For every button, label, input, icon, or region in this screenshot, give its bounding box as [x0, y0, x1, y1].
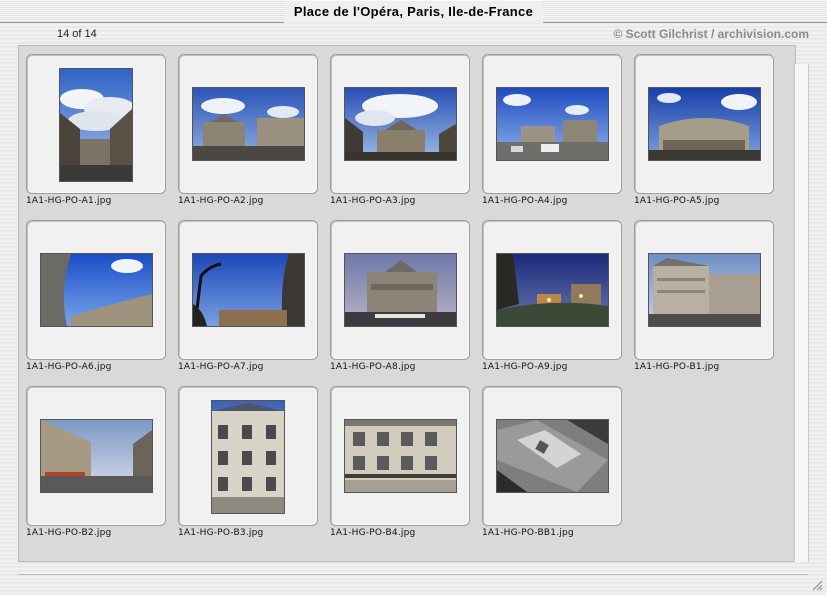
thumbnail-slide[interactable] — [178, 54, 318, 194]
thumbnail-slide[interactable] — [330, 386, 470, 526]
corner-building-photo — [648, 253, 761, 327]
thumbnail-filename: 1A1-HG-PO-A7.jpg — [178, 362, 264, 372]
thumbnail-filename: 1A1-HG-PO-A4.jpg — [482, 196, 568, 206]
square-night-photo — [496, 253, 609, 327]
thumbnail-slide[interactable] — [178, 386, 318, 526]
thumbnail-slide[interactable] — [26, 386, 166, 526]
thumbnail-slide[interactable] — [330, 54, 470, 194]
street-view-photo — [59, 68, 133, 182]
thumbnail-slide[interactable] — [482, 54, 622, 194]
thumbnail-filename: 1A1-HG-PO-A5.jpg — [634, 196, 720, 206]
thumbnail-slide[interactable] — [482, 220, 622, 360]
thumbnail-filename: 1A1-HG-PO-BB1.jpg — [482, 528, 574, 538]
divider — [18, 574, 808, 575]
sky-lamp-photo — [192, 253, 305, 327]
thumbnail-slide[interactable] — [634, 220, 774, 360]
thumbnail-filename: 1A1-HG-PO-B3.jpg — [178, 528, 264, 538]
thumbnail-grid: 1A1-HG-PO-A1.jpg 1A1-HG-PO-A2.jpg 1A1-HG… — [18, 45, 796, 562]
image-counter: 14 of 14 — [57, 28, 97, 40]
window-title-bar[interactable]: Place de l'Opéra, Paris, Ile-de-France — [0, 0, 827, 23]
boulevard-photo — [40, 419, 153, 493]
thumbnail-filename: 1A1-HG-PO-B1.jpg — [634, 362, 720, 372]
thumbnail-slide[interactable] — [482, 386, 622, 526]
thumbnail-filename: 1A1-HG-PO-B2.jpg — [26, 528, 112, 538]
vertical-scrollbar[interactable] — [794, 64, 809, 562]
square-traffic-photo — [496, 87, 609, 161]
thumbnail-filename: 1A1-HG-PO-B4.jpg — [330, 528, 416, 538]
thumbnail-filename: 1A1-HG-PO-A6.jpg — [26, 362, 112, 372]
thumbnail-filename: 1A1-HG-PO-A2.jpg — [178, 196, 264, 206]
opera-facade-photo — [192, 87, 305, 161]
facade-detail-photo — [211, 400, 285, 514]
photo-credit: © Scott Gilchrist / archivision.com — [613, 27, 809, 41]
thumbnail-filename: 1A1-HG-PO-A3.jpg — [330, 196, 416, 206]
aerial-view-photo — [496, 419, 609, 493]
thumbnail-slide[interactable] — [634, 54, 774, 194]
window-title: Place de l'Opéra, Paris, Ile-de-France — [283, 1, 544, 23]
thumbnail-slide[interactable] — [178, 220, 318, 360]
opera-dusk-photo — [344, 253, 457, 327]
sky-statue-photo — [40, 253, 153, 327]
facade-windows-photo — [344, 419, 457, 493]
opera-wide-angle-photo — [648, 87, 761, 161]
resize-grip-icon[interactable] — [812, 580, 823, 591]
thumbnail-slide[interactable] — [330, 220, 470, 360]
thumbnail-slide[interactable] — [26, 54, 166, 194]
opera-facade-photo — [344, 87, 457, 161]
thumbnail-filename: 1A1-HG-PO-A8.jpg — [330, 362, 416, 372]
thumbnail-filename: 1A1-HG-PO-A1.jpg — [26, 196, 112, 206]
thumbnail-filename: 1A1-HG-PO-A9.jpg — [482, 362, 568, 372]
thumbnail-slide[interactable] — [26, 220, 166, 360]
